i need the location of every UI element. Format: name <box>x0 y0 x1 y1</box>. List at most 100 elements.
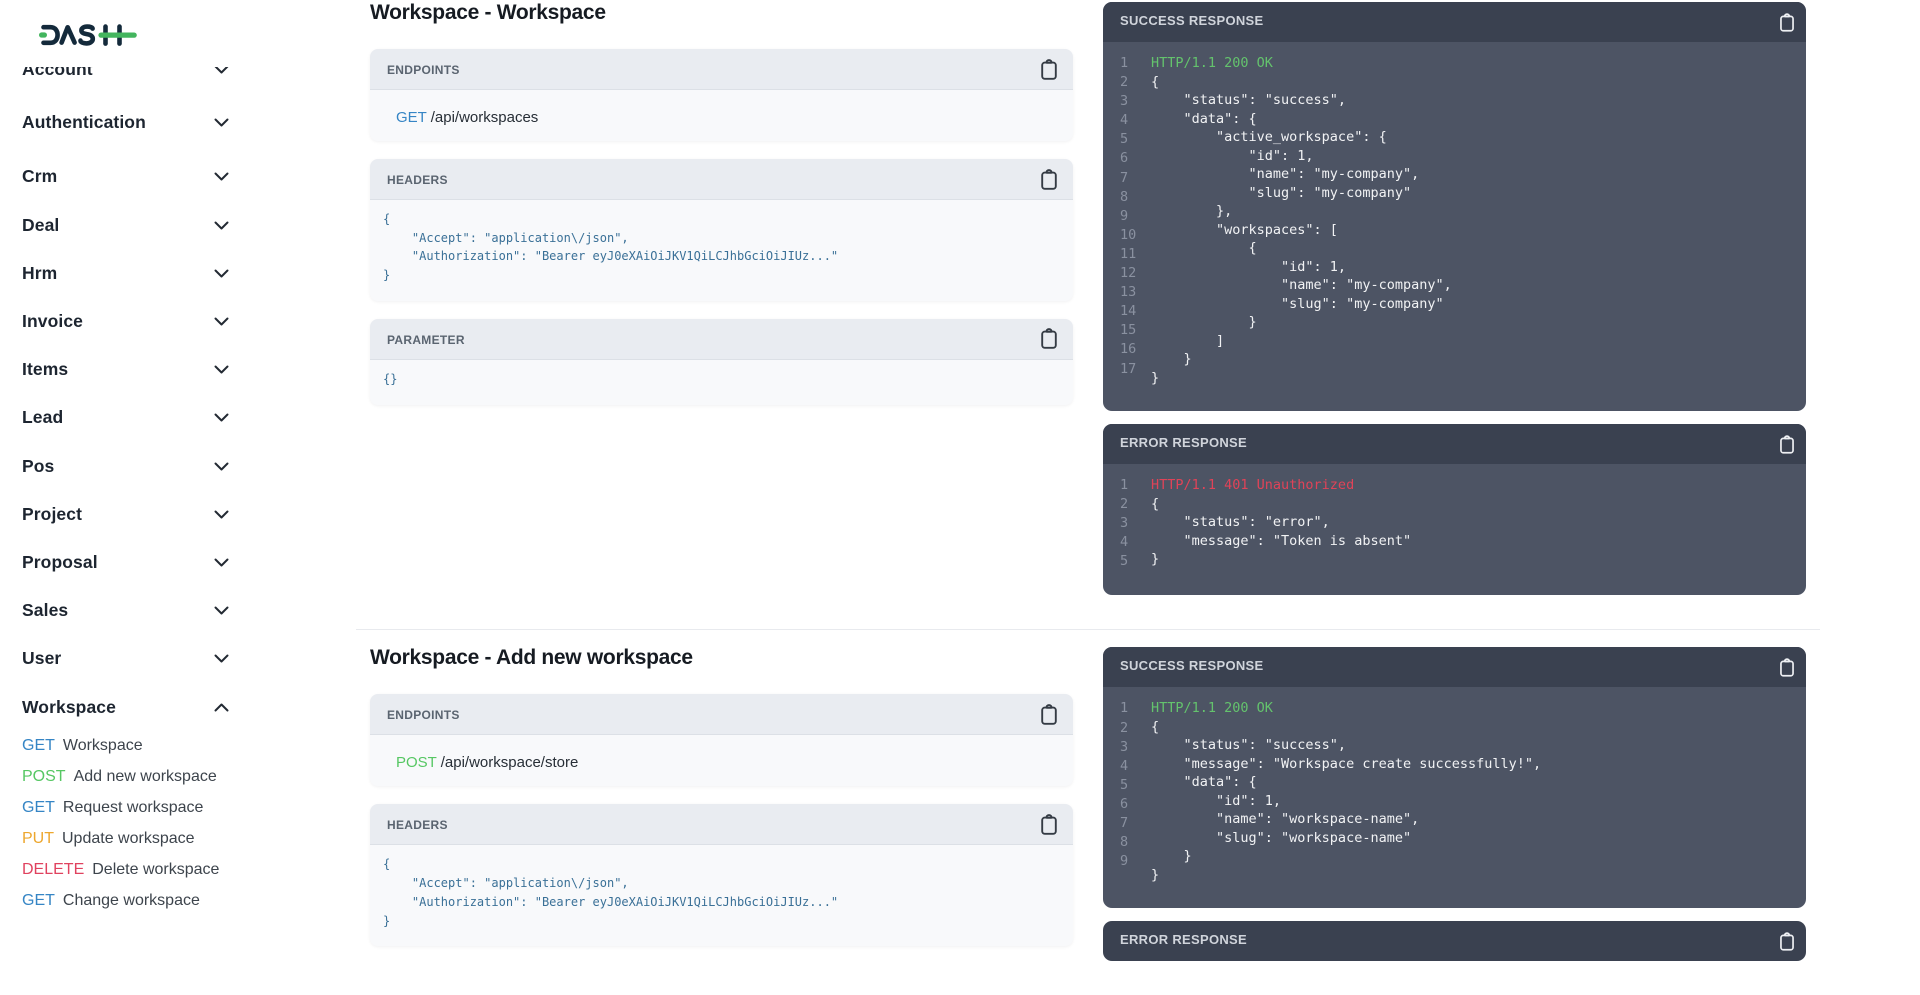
code-line: "active_workspace": { <box>1151 128 1452 147</box>
copy-button[interactable] <box>1040 328 1058 349</box>
chevron-down-icon <box>214 118 229 127</box>
copy-button[interactable] <box>1040 59 1058 80</box>
sidebar-item-label: Deal <box>22 215 59 236</box>
chevron-down-icon <box>214 462 229 471</box>
copy-button[interactable] <box>1040 704 1058 725</box>
sidebar-item-user[interactable]: User <box>0 635 252 683</box>
sidebar-item-label: Workspace <box>22 697 116 718</box>
card-header: HEADERS <box>370 804 1073 845</box>
endpoint-line: GET /api/workspaces <box>370 90 1073 141</box>
sidebar-subitem-label: Delete workspace <box>92 861 219 879</box>
logo[interactable] <box>0 0 356 67</box>
sidebar-item-project[interactable]: Project <box>0 490 252 538</box>
http-method-badge: DELETE <box>22 861 84 879</box>
http-status-line: HTTP/1.1 200 OK <box>1151 54 1452 73</box>
sidebar-subitem-delete-workspace[interactable]: DELETE Delete workspace <box>0 854 356 885</box>
sidebar-item-hrm[interactable]: Hrm <box>0 249 252 297</box>
http-method-badge: GET <box>22 799 55 817</box>
sidebar-subitem-change-workspace[interactable]: GETChange workspace <box>0 885 356 916</box>
copy-clipboard-icon <box>1779 13 1795 32</box>
code-block: { "Accept": "application\/json", "Author… <box>383 855 1060 930</box>
line-numbers: 1 2 3 4 5 6 7 8 9 <box>1120 699 1151 884</box>
sidebar-subitem-add-new-workspace[interactable]: POSTAdd new workspace <box>0 761 356 792</box>
chevron-down-icon <box>214 413 229 422</box>
sidebar-item-label: Account <box>22 67 93 80</box>
code-line: "name": "my-company", <box>1151 276 1452 295</box>
panel-body: 1 2 3 4 5 6 7 8 9 10 11 12 13 14 15 16 1… <box>1103 42 1806 411</box>
sidebar-item-deal[interactable]: Deal <box>0 201 252 249</box>
chevron-up-icon <box>214 703 229 712</box>
copy-button[interactable] <box>1779 435 1795 454</box>
code-line: { <box>1151 495 1411 514</box>
panel-title: SUCCESS RESPONSE <box>1120 658 1264 673</box>
headers-card: HEADERS { "Accept": "application\/json", … <box>370 804 1073 946</box>
card-header: PARAMETER <box>370 319 1073 360</box>
card-title: ENDPOINTS <box>387 63 460 77</box>
success-response-panel: SUCCESS RESPONSE 1 2 3 4 5 6 7 8 9 10 11 … <box>1103 2 1806 411</box>
success-response-panel: SUCCESS RESPONSE 1 2 3 4 5 6 7 8 9HTTP/1.… <box>1103 647 1806 908</box>
copy-button[interactable] <box>1040 814 1058 835</box>
code-line: "slug": "workspace-name" <box>1151 829 1541 848</box>
endpoint-path: /api/workspace/store <box>441 754 579 771</box>
copy-clipboard-icon <box>1779 658 1795 677</box>
endpoints-card: ENDPOINTS GET /api/workspaces <box>370 49 1073 141</box>
code-line: } <box>1151 313 1452 332</box>
chevron-down-icon <box>214 510 229 519</box>
code-line: } <box>1151 350 1452 369</box>
code-line: ] <box>1151 332 1452 351</box>
sidebar-item-label: Proposal <box>22 552 98 573</box>
sidebar-item-label: Authentication <box>22 112 146 133</box>
line-numbers: 1 2 3 4 5 <box>1120 476 1151 571</box>
copy-clipboard-icon <box>1040 328 1058 349</box>
code-line: "message": "Token is absent" <box>1151 532 1411 551</box>
sidebar-item-proposal[interactable]: Proposal <box>0 538 252 586</box>
sidebar-subitem-label: Request workspace <box>63 799 204 817</box>
response-column: SUCCESS RESPONSE 1 2 3 4 5 6 7 8 9 10 11 … <box>1103 2 1806 595</box>
code-line: "name": "workspace-name", <box>1151 810 1541 829</box>
sidebar-item-pos[interactable]: Pos <box>0 442 252 490</box>
card-header: ENDPOINTS <box>370 694 1073 735</box>
parameter-card: PARAMETER{} <box>370 319 1073 405</box>
chevron-down-icon <box>214 317 229 326</box>
code-line: { <box>1151 718 1541 737</box>
sidebar-item-workspace[interactable]: Workspace <box>0 683 252 731</box>
chevron-down-icon <box>214 221 229 230</box>
sidebar-item-lead[interactable]: Lead <box>0 394 252 442</box>
http-method-badge: GET <box>22 892 55 910</box>
copy-clipboard-icon <box>1040 169 1058 190</box>
copy-button[interactable] <box>1779 13 1795 32</box>
sidebar-item-crm[interactable]: Crm <box>0 153 252 201</box>
copy-clipboard-icon <box>1040 814 1058 835</box>
sidebar-item-sales[interactable]: Sales <box>0 587 252 635</box>
http-status-line: HTTP/1.1 200 OK <box>1151 699 1541 718</box>
sidebar-item-label: Project <box>22 504 82 525</box>
response-column: SUCCESS RESPONSE 1 2 3 4 5 6 7 8 9HTTP/1.… <box>1103 647 1806 961</box>
sidebar-item-items[interactable]: Items <box>0 346 252 394</box>
chevron-down-icon <box>214 172 229 181</box>
copy-button[interactable] <box>1779 658 1795 677</box>
sidebar-item-invoice[interactable]: Invoice <box>0 297 252 345</box>
sidebar-item-account[interactable]: Account <box>0 67 252 94</box>
code-line: "status": "success", <box>1151 91 1452 110</box>
sidebar-item-label: Items <box>22 359 68 380</box>
sidebar-subitem-label: Add new workspace <box>74 768 217 786</box>
section-title: Workspace - Add new workspace <box>370 645 1073 671</box>
code-block: { "Accept": "application\/json", "Author… <box>383 210 1060 285</box>
sidebar-subitem-workspace[interactable]: GETWorkspace <box>0 730 356 761</box>
chevron-down-icon <box>214 654 229 663</box>
copy-button[interactable] <box>1779 932 1795 951</box>
sidebar-item-authentication[interactable]: Authentication <box>0 99 252 147</box>
request-column: Workspace - Add new workspaceENDPOINTSPO… <box>370 647 1073 946</box>
code-line: "id": 1, <box>1151 147 1452 166</box>
card-title: ENDPOINTS <box>387 708 460 722</box>
copy-button[interactable] <box>1040 169 1058 190</box>
sidebar-subitem-update-workspace[interactable]: PUTUpdate workspace <box>0 823 356 854</box>
line-numbers: 1 2 3 4 5 6 7 8 9 10 11 12 13 14 15 16 1… <box>1120 54 1151 387</box>
chevron-down-icon <box>214 365 229 374</box>
panel-header: ERROR RESPONSE <box>1103 921 1806 961</box>
panel-header: SUCCESS RESPONSE <box>1103 2 1806 42</box>
sidebar-subitem-request-workspace[interactable]: GET Request workspace <box>0 792 356 823</box>
code-line: { <box>1151 239 1452 258</box>
card-title: HEADERS <box>387 818 448 832</box>
sidebar-submenu-workspace: GETWorkspacePOSTAdd new workspace GET Requ… <box>0 730 356 916</box>
